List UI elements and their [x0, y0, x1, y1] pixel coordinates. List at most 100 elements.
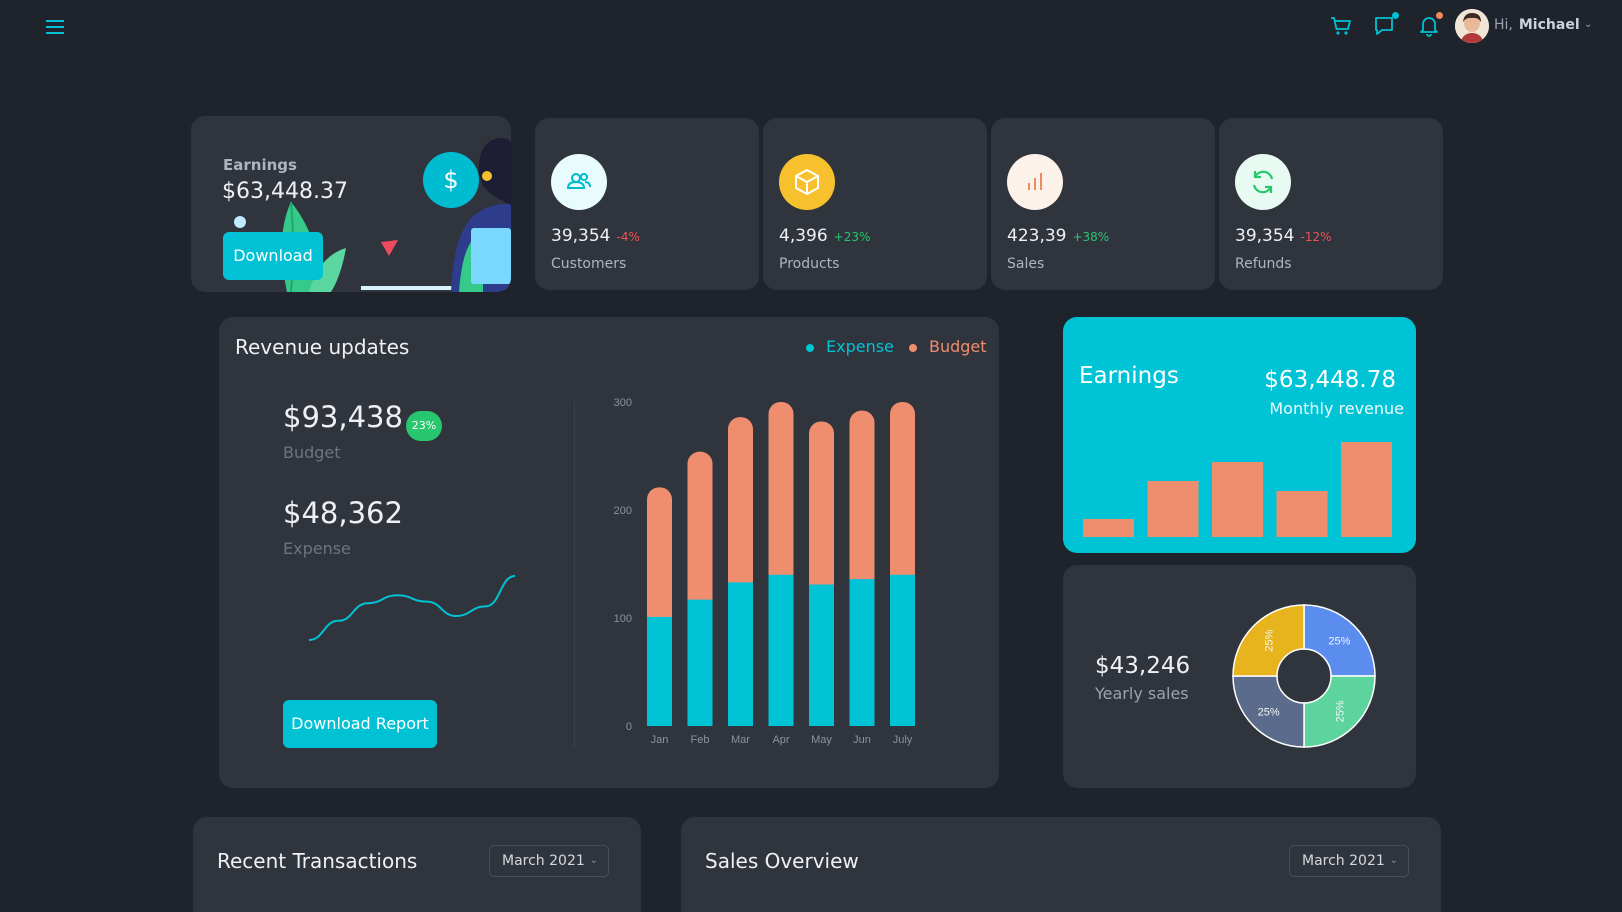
budget-value: $93,438	[283, 400, 403, 434]
expense-bar	[890, 574, 915, 726]
budget-bar	[890, 402, 915, 587]
earnings-big-title: Earnings	[1079, 363, 1179, 389]
stat-card-products: 4,396 +23% Products	[763, 118, 987, 290]
donut-slice-label: 25%	[1258, 706, 1280, 718]
user-name: Michael	[1518, 17, 1580, 33]
expense-label: Expense	[283, 539, 351, 558]
select-value: March 2021	[1302, 853, 1385, 869]
x-tick-label: May	[811, 734, 832, 746]
earnings-card: Earnings $63,448.37 Download $	[191, 116, 511, 292]
y-tick-label: 100	[614, 613, 632, 625]
revenue-bar-chart: 0 100 200 300 Jan Feb Mar Apr May Jun July	[614, 397, 915, 746]
expense-bar	[809, 584, 834, 726]
stat-number: 39,354	[1235, 226, 1295, 246]
download-button[interactable]: Download	[223, 232, 323, 280]
revenue-bar	[1212, 462, 1263, 537]
legend-dot	[806, 343, 814, 352]
bar-chart-icon	[1007, 154, 1063, 210]
x-tick-label: Jun	[853, 734, 871, 746]
select-value: March 2021	[502, 853, 585, 869]
monthly-revenue-chart	[1083, 442, 1392, 537]
budget-bar	[768, 402, 794, 587]
stat-value: 423,39 +38%	[1007, 226, 1109, 246]
cart-icon[interactable]	[1328, 13, 1354, 39]
donut-slice-label: 25%	[1328, 636, 1350, 648]
stat-label: Refunds	[1235, 256, 1292, 272]
expense-bar	[687, 599, 713, 726]
budget-bar	[687, 451, 713, 612]
revenue-bar	[1341, 442, 1392, 537]
sales-period-select[interactable]: March 2021 ⌄	[1289, 845, 1409, 877]
earnings-value: $63,448.37	[222, 179, 348, 204]
expense-bar	[849, 579, 875, 726]
revenue-bar	[1276, 491, 1328, 537]
chevron-down-icon: ⌄	[1389, 855, 1398, 866]
stat-label: Products	[779, 256, 840, 272]
expense-sparkline	[308, 575, 516, 641]
chevron-down-icon[interactable]: ⌄	[1584, 19, 1592, 30]
stat-value: 39,354 -4%	[551, 226, 640, 246]
revenue-updates-card: Revenue updates Expense Budget $93,438 2…	[219, 317, 999, 788]
legend-budget[interactable]: Budget	[909, 337, 987, 356]
bell-notification-dot	[1436, 12, 1443, 19]
revenue-bar	[1083, 519, 1134, 537]
earnings-big-value: $63,448.78	[1264, 367, 1396, 393]
stat-number: 4,396	[779, 226, 828, 246]
x-tick-label: Mar	[731, 734, 750, 746]
expense-value: $48,362	[283, 496, 403, 530]
donut-slice-label: 25%	[1334, 700, 1346, 722]
donut-slice-label: 25%	[1264, 629, 1276, 651]
budget-bar	[728, 417, 753, 595]
legend-expense-label: Expense	[826, 337, 894, 356]
monthly-earnings-card: Earnings $63,448.78 Monthly revenue	[1063, 317, 1416, 553]
budget-label: Budget	[283, 443, 341, 462]
avatar[interactable]	[1455, 9, 1489, 43]
yearly-sales-card: $43,246 Yearly sales 25% 25% 25% 25%	[1063, 565, 1416, 788]
top-bar: Hi, Michael ⌄	[0, 0, 1622, 54]
x-tick-label: Apr	[772, 734, 789, 746]
chat-notification-dot	[1392, 12, 1399, 19]
stat-change: +23%	[833, 230, 871, 244]
earnings-big-subtitle: Monthly revenue	[1269, 399, 1404, 418]
refresh-icon	[1235, 154, 1291, 210]
user-greeting[interactable]: Hi, Michael	[1494, 17, 1580, 33]
x-tick-label: Feb	[691, 734, 710, 746]
stat-value: 4,396 +23%	[779, 226, 870, 246]
expense-bar	[647, 616, 672, 726]
stat-value: 39,354 -12%	[1235, 226, 1332, 246]
x-tick-label: July	[893, 734, 913, 746]
stat-card-customers: 39,354 -4% Customers	[535, 118, 759, 290]
expense-line	[308, 575, 516, 641]
transactions-period-select[interactable]: March 2021 ⌄	[489, 845, 609, 877]
budget-bar	[647, 487, 672, 629]
stat-change: -12%	[1300, 230, 1332, 244]
yearly-sales-donut: 25% 25% 25% 25%	[1232, 604, 1376, 748]
stat-label: Sales	[1007, 256, 1045, 272]
y-tick-label: 200	[614, 505, 632, 517]
revenue-bar	[1147, 481, 1199, 537]
budget-badge: 23%	[406, 411, 442, 441]
menu-icon[interactable]	[44, 16, 66, 38]
earnings-label: Earnings	[223, 156, 297, 174]
sales-overview-title: Sales Overview	[705, 849, 859, 873]
stat-card-refunds: 39,354 -12% Refunds	[1219, 118, 1443, 290]
download-report-button[interactable]: Download Report	[283, 700, 437, 748]
expense-bar	[768, 574, 794, 726]
y-tick-label: 0	[626, 721, 632, 733]
chevron-down-icon: ⌄	[589, 855, 598, 866]
stat-card-sales: 423,39 +38% Sales	[991, 118, 1215, 290]
divider	[574, 401, 575, 747]
stat-change: -4%	[616, 230, 640, 244]
legend-expense[interactable]: Expense	[806, 337, 894, 356]
dollar-icon: $	[423, 152, 479, 208]
budget-bar	[809, 421, 834, 597]
box-icon	[779, 154, 835, 210]
recent-transactions-title: Recent Transactions	[217, 849, 418, 873]
users-icon	[551, 154, 607, 210]
yearly-sales-value: $43,246	[1095, 653, 1191, 679]
legend-budget-label: Budget	[929, 337, 987, 356]
recent-transactions-card: Recent Transactions March 2021 ⌄	[193, 817, 641, 912]
sales-overview-card: Sales Overview March 2021 ⌄	[681, 817, 1441, 912]
expense-bar	[728, 582, 753, 726]
revenue-title: Revenue updates	[235, 335, 410, 359]
